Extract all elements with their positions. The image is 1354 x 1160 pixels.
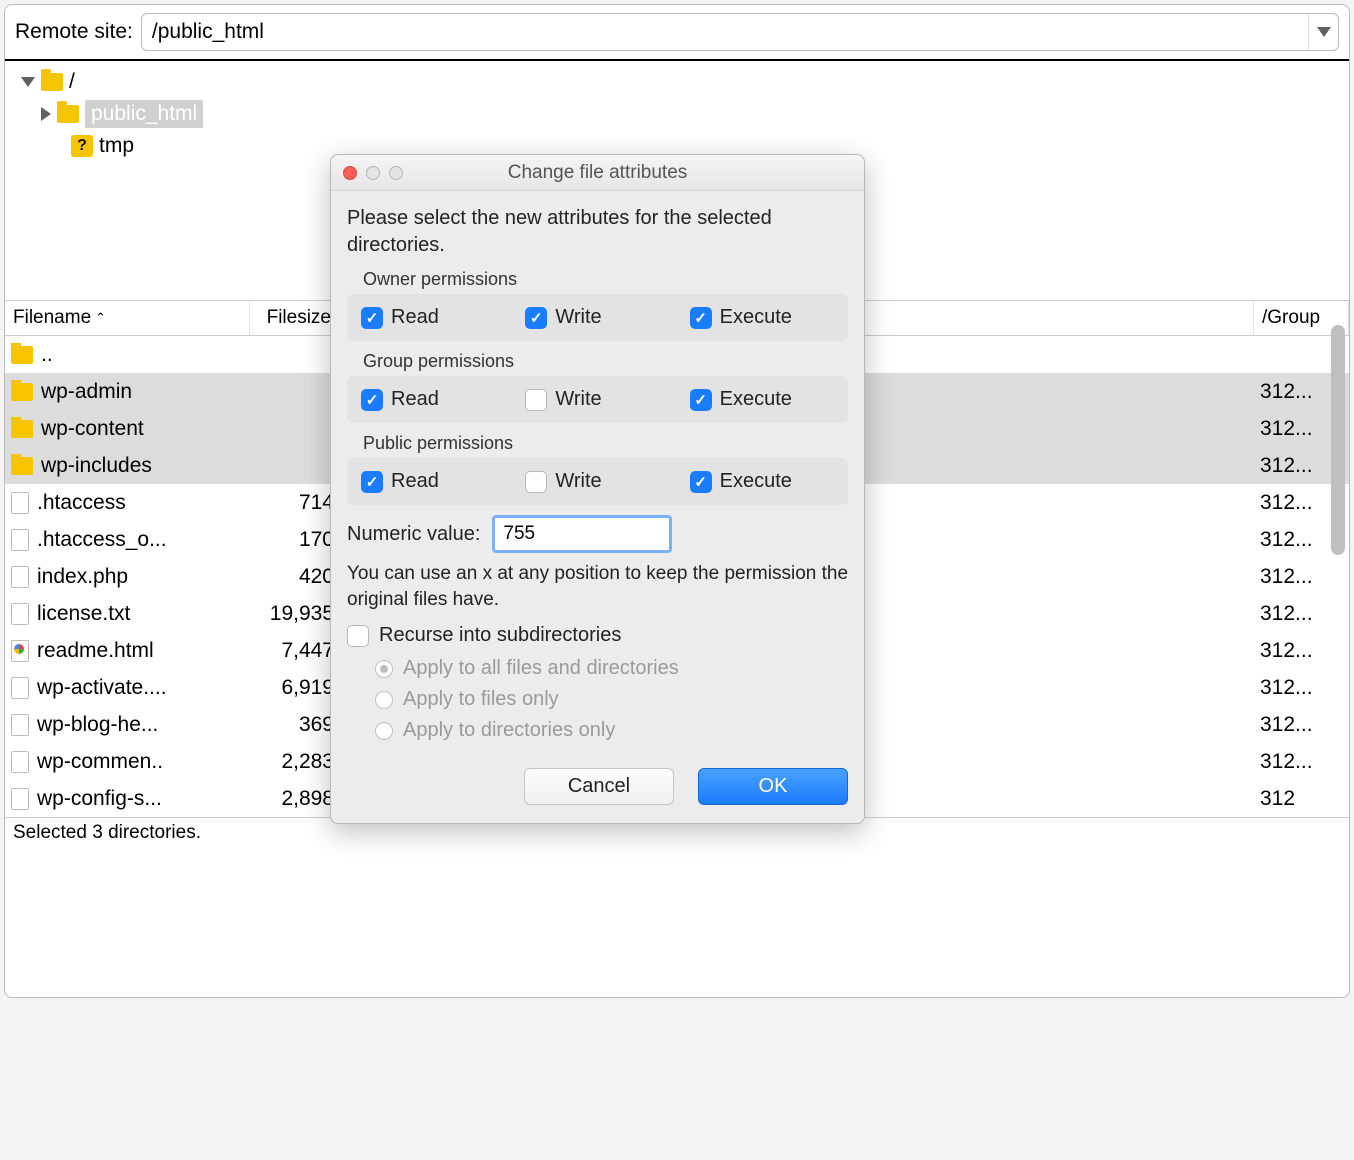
file-size: 6,919 — [250, 676, 340, 700]
scrollbar[interactable] — [1331, 325, 1345, 555]
file-icon — [11, 603, 29, 625]
file-name: .htaccess — [37, 491, 126, 515]
numeric-value-input[interactable] — [492, 515, 672, 553]
recurse-checkbox[interactable] — [347, 625, 369, 647]
file-owner-group: 312... — [1254, 565, 1349, 589]
file-owner-group: 312... — [1254, 639, 1349, 663]
folder-icon — [11, 383, 33, 401]
dialog-title: Change file attributes — [343, 162, 852, 184]
file-name: .htaccess_o... — [37, 528, 167, 552]
owner-permissions-label: Owner permissions — [363, 269, 848, 290]
tree-item-label: tmp — [99, 134, 134, 158]
owner-permissions: Read Write Execute — [347, 294, 848, 341]
sort-ascending-icon: ⌃ — [95, 310, 106, 326]
remote-site-input[interactable] — [142, 14, 1308, 50]
tree-root-label: / — [69, 70, 75, 94]
file-size: 7,447 — [250, 639, 340, 663]
tree-item-public-html[interactable]: public_html — [41, 97, 1333, 131]
file-name: wp-activate.... — [37, 676, 167, 700]
file-icon — [11, 566, 29, 588]
group-write-checkbox[interactable] — [525, 389, 547, 411]
group-permissions-label: Group permissions — [363, 351, 848, 372]
file-size: 2,283 — [250, 750, 340, 774]
file-owner-group: 312... — [1254, 602, 1349, 626]
file-name: wp-content — [41, 417, 144, 441]
recurse-label: Recurse into subdirectories — [379, 624, 621, 647]
dialog-buttons: Cancel OK — [347, 768, 848, 805]
group-execute-checkbox[interactable] — [690, 389, 712, 411]
apply-all-radio — [375, 660, 393, 678]
file-size: 369 — [250, 713, 340, 737]
tree-root[interactable]: / — [21, 67, 1333, 97]
owner-write-checkbox[interactable] — [525, 307, 547, 329]
file-name: license.txt — [37, 602, 130, 626]
remote-site-dropdown[interactable] — [1308, 14, 1338, 50]
file-name: index.php — [37, 565, 128, 589]
apply-files-radio — [375, 691, 393, 709]
file-name: .. — [41, 343, 53, 367]
ok-button[interactable]: OK — [698, 768, 848, 805]
file-owner-group: 312 — [1254, 787, 1349, 811]
file-icon — [11, 529, 29, 551]
file-icon — [11, 788, 29, 810]
owner-execute-checkbox[interactable] — [690, 307, 712, 329]
hint-text: You can use an x at any position to keep… — [347, 561, 848, 612]
folder-icon — [11, 346, 33, 364]
public-write-checkbox[interactable] — [525, 471, 547, 493]
file-size: 2,898 — [250, 787, 340, 811]
recurse-row: Recurse into subdirectories — [347, 624, 848, 647]
owner-read-checkbox[interactable] — [361, 307, 383, 329]
remote-site-row: Remote site: — [5, 5, 1349, 61]
file-owner-group: 312... — [1254, 676, 1349, 700]
recurse-radio-group: Apply to all files and directories Apply… — [375, 653, 848, 746]
file-icon — [11, 492, 29, 514]
file-icon — [11, 677, 29, 699]
file-owner-group: 312... — [1254, 713, 1349, 737]
file-owner-group: 312... — [1254, 750, 1349, 774]
dialog-titlebar[interactable]: Change file attributes — [331, 155, 864, 191]
file-icon — [11, 714, 29, 736]
change-attributes-dialog: Change file attributes Please select the… — [330, 154, 865, 824]
folder-icon — [11, 420, 33, 438]
remote-site-field-wrap — [141, 13, 1339, 51]
file-name: wp-blog-he... — [37, 713, 158, 737]
public-permissions: Read Write Execute — [347, 458, 848, 505]
file-size: 420 — [250, 565, 340, 589]
column-filesize[interactable]: Filesize — [250, 301, 340, 335]
remote-site-label: Remote site: — [15, 20, 133, 44]
dialog-body: Please select the new attributes for the… — [331, 191, 864, 823]
apply-dirs-radio — [375, 722, 393, 740]
numeric-value-row: Numeric value: — [347, 515, 848, 553]
file-name: readme.html — [37, 639, 154, 663]
dialog-intro: Please select the new attributes for the… — [347, 205, 848, 259]
public-permissions-label: Public permissions — [363, 433, 848, 454]
tree-expand-icon[interactable] — [41, 107, 51, 121]
public-read-checkbox[interactable] — [361, 471, 383, 493]
public-execute-checkbox[interactable] — [690, 471, 712, 493]
tree-item-label: public_html — [85, 100, 203, 128]
file-name: wp-includes — [41, 454, 152, 478]
file-name: wp-commen.. — [37, 750, 163, 774]
file-size: 714 — [250, 491, 340, 515]
file-size: 19,935 — [250, 602, 340, 626]
file-size: 170 — [250, 528, 340, 552]
cancel-button[interactable]: Cancel — [524, 768, 674, 805]
file-name: wp-admin — [41, 380, 132, 404]
numeric-value-label: Numeric value: — [347, 523, 480, 546]
group-permissions: Read Write Execute — [347, 376, 848, 423]
file-icon — [11, 640, 29, 662]
column-filename[interactable]: Filename ⌃ — [5, 301, 250, 335]
group-read-checkbox[interactable] — [361, 389, 383, 411]
unknown-folder-icon: ? — [71, 135, 93, 157]
file-name: wp-config-s... — [37, 787, 162, 811]
folder-icon — [11, 457, 33, 475]
folder-icon — [41, 73, 63, 91]
chevron-down-icon — [1317, 27, 1331, 37]
tree-expand-icon[interactable] — [21, 77, 35, 87]
folder-icon — [57, 105, 79, 123]
file-icon — [11, 751, 29, 773]
